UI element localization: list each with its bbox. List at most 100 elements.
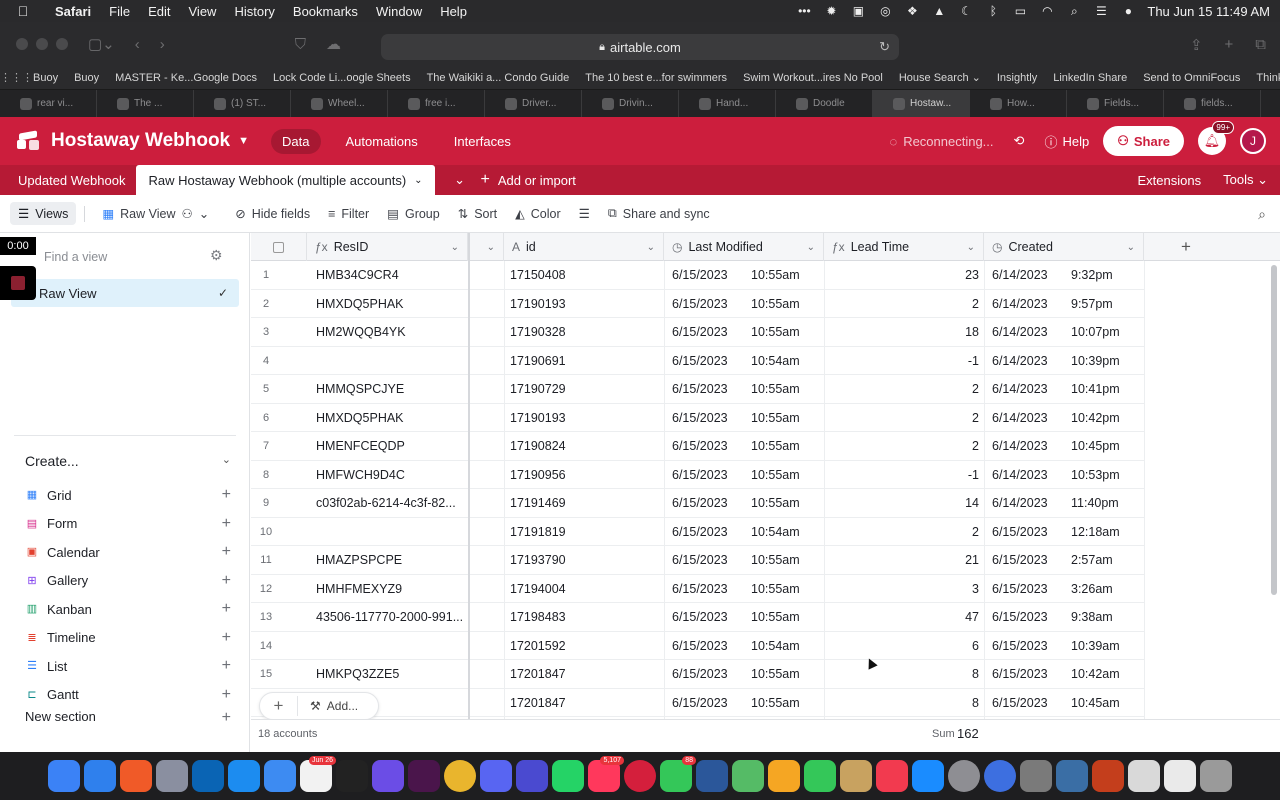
cell-resid[interactable]: HMXDQ5PHAK (316, 404, 466, 433)
favorite-link[interactable]: Swim Workout...ires No Pool (743, 72, 883, 84)
favorites-grid-icon[interactable]: ⋮⋮⋮ (0, 71, 33, 84)
hidden-column-stub[interactable]: ⌄ (470, 233, 504, 261)
cell-resid[interactable] (316, 518, 466, 547)
control-center-icon[interactable]: ☰ (1093, 4, 1109, 18)
chevron-down-icon[interactable]: ⌄ (967, 242, 975, 253)
menu-help[interactable]: Help (431, 4, 476, 19)
cell-last-modified-date[interactable]: 6/15/2023 (672, 689, 752, 718)
cell-last-modified-time[interactable]: 10:55am (751, 404, 821, 433)
cell-created-time[interactable]: 10:45pm (1071, 432, 1141, 461)
cell-created-date[interactable]: 6/14/2023 (992, 461, 1072, 490)
chevron-down-icon[interactable]: ⌄ (807, 242, 815, 253)
cell-last-modified-date[interactable]: 6/15/2023 (672, 318, 752, 347)
base-name[interactable]: Hostaway Webhook ▼ (51, 130, 249, 152)
cell-last-modified-time[interactable]: 10:55am (751, 461, 821, 490)
table-row[interactable]: 9 c03f02ab-6214-4c3f-82... 17191469 6/15/20… (251, 489, 1144, 518)
all-tables-chevron-icon[interactable]: ⌄ (445, 165, 475, 195)
browser-tab[interactable]: Driver... (485, 90, 582, 117)
table-row[interactable]: 11 HMAZPSPCPE 17193790 6/15/2023 10:55am 21 6/… (251, 546, 1144, 575)
row-number[interactable]: 7 (251, 432, 281, 461)
row-number[interactable]: 9 (251, 489, 281, 518)
cell-resid[interactable]: HMB34C9CR4 (316, 261, 466, 290)
row-number[interactable]: 4 (251, 347, 281, 376)
omnifocus-icon[interactable] (372, 760, 404, 792)
extension-icon[interactable]: ☁ (326, 35, 341, 53)
browser-tab[interactable]: rear vi... (0, 90, 97, 117)
cell-lead-time[interactable]: 2 (824, 404, 979, 433)
cell-last-modified-time[interactable]: 10:55am (751, 375, 821, 404)
avatar[interactable]: J (1240, 128, 1266, 154)
cell-created-date[interactable]: 6/14/2023 (992, 404, 1072, 433)
appstore-icon[interactable] (912, 760, 944, 792)
more-icon[interactable]: ••• (796, 4, 812, 18)
sidebar-toggle-icon[interactable]: ▢⌄ (88, 35, 115, 53)
browser-tab[interactable]: Drivin... (582, 90, 679, 117)
cell-lead-time[interactable]: 18 (824, 318, 979, 347)
cell-created-time[interactable]: 10:45am (1071, 689, 1141, 718)
cell-created-date[interactable]: 6/15/2023 (992, 632, 1072, 661)
cell-id[interactable]: 17201847 (510, 660, 660, 689)
cell-last-modified-time[interactable]: 10:55am (751, 318, 821, 347)
favorite-link[interactable]: The Waikiki a... Condo Guide (427, 72, 570, 84)
cell-last-modified-time[interactable]: 10:55am (751, 546, 821, 575)
cell-last-modified-date[interactable]: 6/15/2023 (672, 518, 752, 547)
extensions-button[interactable]: Extensions (1138, 173, 1202, 188)
table-tab-updated-webhook[interactable]: Updated Webhook (0, 165, 136, 195)
add-field-button[interactable]: + (1144, 233, 1228, 261)
cell-last-modified-date[interactable]: 6/15/2023 (672, 575, 752, 604)
vertical-scrollbar[interactable] (1271, 265, 1277, 595)
menu-app[interactable]: Safari (46, 4, 100, 19)
finder-icon[interactable] (48, 760, 80, 792)
dropbox-icon[interactable]: ❖ (904, 4, 920, 18)
share-button[interactable]: ⚇ Share (1103, 126, 1184, 156)
menu-bookmarks[interactable]: Bookmarks (284, 4, 367, 19)
cell-id[interactable]: 17190193 (510, 404, 660, 433)
cell-id[interactable]: 17190328 (510, 318, 660, 347)
cell-id[interactable]: 17194004 (510, 575, 660, 604)
cell-lead-time[interactable]: 6 (824, 632, 979, 661)
cell-last-modified-date[interactable]: 6/15/2023 (672, 375, 752, 404)
cell-resid[interactable]: HMKPQ3ZZE5 (316, 660, 466, 689)
cell-id[interactable]: 17191819 (510, 518, 660, 547)
row-number[interactable]: 6 (251, 404, 281, 433)
cell-last-modified-date[interactable]: 6/15/2023 (672, 660, 752, 689)
chevron-down-icon[interactable]: ⌄ (647, 242, 655, 253)
add-or-import-button[interactable]: + Add or import (481, 165, 576, 195)
browser-tab-active[interactable]: Hostaw... (873, 90, 970, 117)
browser-tab[interactable]: Hand... (679, 90, 776, 117)
cell-last-modified-time[interactable]: 10:54am (751, 518, 821, 547)
column-header-id[interactable]: A id ⌄ (504, 233, 664, 261)
cell-last-modified-time[interactable]: 10:55am (751, 261, 821, 290)
cell-resid[interactable]: c03f02ab-6214-4c3f-82... (316, 489, 466, 518)
table-row[interactable]: 6 HMXDQ5PHAK 17190193 6/15/2023 10:55am 2 6/14… (251, 404, 1144, 433)
cell-lead-time[interactable]: 2 (824, 290, 979, 319)
table-row[interactable]: ZE5172018476/15/202310:55am86/15/202310:… (251, 689, 1144, 718)
forward-icon[interactable]: › (160, 36, 165, 53)
settings-icon[interactable] (948, 760, 980, 792)
hide-fields-button[interactable]: ⊘ Hide fields (226, 206, 319, 222)
cell-id[interactable]: 17190956 (510, 461, 660, 490)
favorite-link[interactable]: ThinkCentral (1256, 72, 1280, 84)
history-icon[interactable]: ⟲ (1014, 133, 1025, 149)
favorite-link[interactable]: Buoy (74, 72, 99, 84)
cell-last-modified-date[interactable]: 6/15/2023 (672, 546, 752, 575)
cell-last-modified-time[interactable]: 10:55am (751, 575, 821, 604)
row-number[interactable]: 5 (251, 375, 281, 404)
cell-created-time[interactable]: 3:26am (1071, 575, 1141, 604)
table-row[interactable]: 10 17191819 6/15/2023 10:54am 2 6/15/2023 12:1… (251, 518, 1144, 547)
table-row[interactable]: 8 HMFWCH9D4C 17190956 6/15/2023 10:55am -1 6/1… (251, 461, 1144, 490)
sun-icon[interactable]: ✹ (823, 4, 839, 18)
launchpad-icon[interactable] (156, 760, 188, 792)
cell-id[interactable]: 17198483 (510, 603, 660, 632)
row-number[interactable]: 15 (251, 660, 281, 689)
create-section-header[interactable]: Create... ⌄ (25, 453, 231, 469)
cell-lead-time[interactable]: 21 (824, 546, 979, 575)
browser-tab[interactable]: How... (970, 90, 1067, 117)
cell-created-time[interactable]: 2:57am (1071, 546, 1141, 575)
cell-created-time[interactable]: 10:41pm (1071, 375, 1141, 404)
column-header-resid[interactable]: ƒx ResID ⌄ (307, 233, 468, 261)
cell-last-modified-time[interactable]: 10:55am (751, 689, 821, 718)
new-tab-icon[interactable]: + (1225, 36, 1234, 54)
table-row[interactable]: 7 HMENFCEQDP 17190824 6/15/2023 10:55am 2 6/14… (251, 432, 1144, 461)
table-row[interactable]: 4 17190691 6/15/2023 10:54am -1 6/14/2023 10:3… (251, 347, 1144, 376)
